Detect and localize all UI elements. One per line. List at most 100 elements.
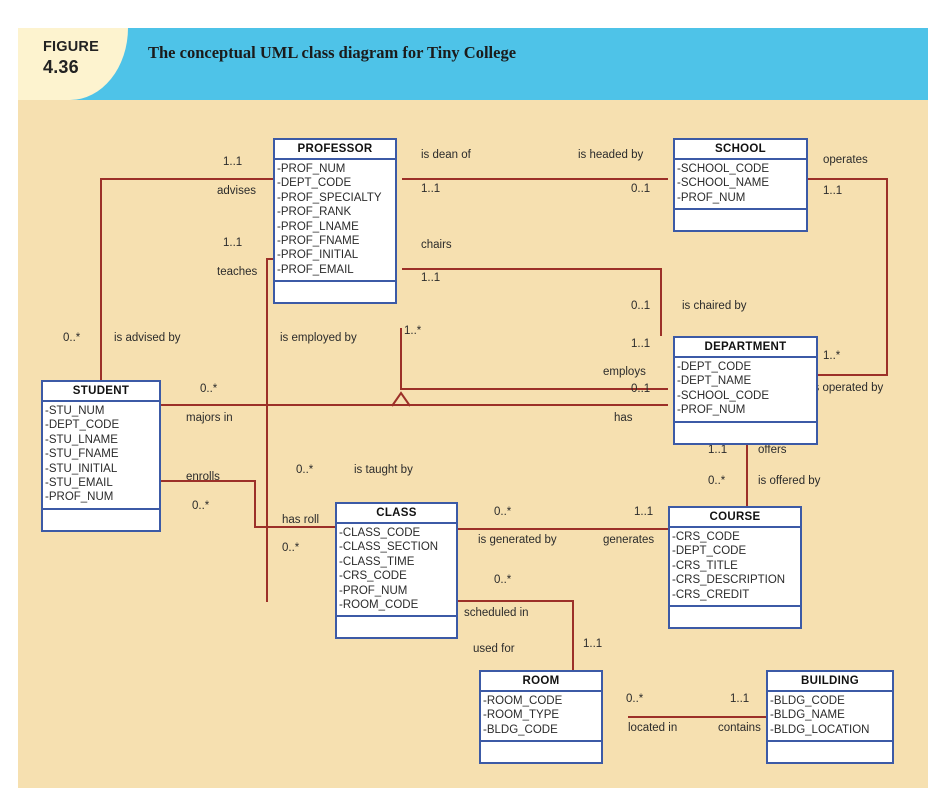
mult-advises-professor: 1..1 <box>223 156 243 168</box>
role-enrolls: enrolls <box>186 471 220 483</box>
mult-offers-department: 1..1 <box>708 444 728 456</box>
role-is-advised-by: is advised by <box>114 332 181 344</box>
attribute: SCHOOL_NAME <box>675 176 806 190</box>
mult-generates-course: 1..1 <box>634 506 654 518</box>
class-title-room: ROOM <box>481 672 601 692</box>
mult-dean-school: 0..1 <box>631 183 651 195</box>
class-box-school[interactable]: SCHOOL SCHOOL_CODE SCHOOL_NAME PROF_NUM <box>673 138 808 233</box>
class-attributes-student: STU_NUM DEPT_CODE STU_LNAME STU_FNAME ST… <box>43 402 159 510</box>
attribute: PROF_NUM <box>43 490 159 504</box>
figure-header-band <box>18 28 928 100</box>
attribute: SCHOOL_CODE <box>675 389 816 403</box>
attribute: PROF_NUM <box>675 191 806 205</box>
class-operations-building <box>768 742 892 762</box>
mult-generated-class: 0..* <box>494 506 512 518</box>
class-title-class: CLASS <box>337 504 456 524</box>
mult-scheduled-class: 0..* <box>494 574 512 586</box>
role-used-for: used for <box>473 643 515 655</box>
line-offers-v <box>746 440 748 508</box>
class-attributes-class: CLASS_CODE CLASS_SECTION CLASS_TIME CRS_… <box>337 524 456 618</box>
majors-in-arrowhead <box>391 391 411 407</box>
attribute: PROF_LNAME <box>275 220 395 234</box>
attribute: CRS_CODE <box>337 569 456 583</box>
role-teaches: teaches <box>217 266 258 278</box>
attribute: DEPT_CODE <box>670 544 800 558</box>
class-operations-room <box>481 742 601 762</box>
class-box-student[interactable]: STUDENT STU_NUM DEPT_CODE STU_LNAME STU_… <box>41 380 161 532</box>
attribute: CRS_CODE <box>670 530 800 544</box>
mult-teaches-professor: 1..1 <box>223 237 243 249</box>
attribute: DEPT_CODE <box>43 418 159 432</box>
role-located-in: located in <box>628 722 678 734</box>
figure-header: FIGURE 4.36 The conceptual UML class dia… <box>18 28 928 100</box>
class-operations-student <box>43 510 159 530</box>
mult-majors-student: 0..* <box>200 383 218 395</box>
role-is-taught-by: is taught by <box>354 464 413 476</box>
line-scheduled-h <box>458 600 574 602</box>
attribute: DEPT_NAME <box>675 374 816 388</box>
role-is-employed-by: is employed by <box>280 332 357 344</box>
mult-teaches-class: 0..* <box>296 464 314 476</box>
attribute: CLASS_SECTION <box>337 540 456 554</box>
class-box-building[interactable]: BUILDING BLDG_CODE BLDG_NAME BLDG_LOCATI… <box>766 670 894 765</box>
class-operations-school <box>675 210 806 230</box>
line-employed-v1 <box>400 328 402 390</box>
diagram-canvas: PROFESSOR PROF_NUM DEPT_CODE PROF_SPECIA… <box>18 100 928 788</box>
attribute: PROF_FNAME <box>275 234 395 248</box>
figure-title: The conceptual UML class diagram for Tin… <box>148 43 517 62</box>
attribute: PROF_SPECIALTY <box>275 191 395 205</box>
class-box-class[interactable]: CLASS CLASS_CODE CLASS_SECTION CLASS_TIM… <box>335 502 458 640</box>
class-box-room[interactable]: ROOM ROOM_CODE ROOM_TYPE BLDG_CODE <box>479 670 603 765</box>
mult-hasroll-class: 0..* <box>282 542 300 554</box>
role-operates: operates <box>823 154 868 166</box>
figure-number: 4.36 <box>43 57 79 77</box>
mult-enrolls-student: 0..* <box>192 500 210 512</box>
mult-operated-department: 1..* <box>823 350 841 362</box>
attribute: STU_INITIAL <box>43 462 159 476</box>
class-title-course: COURSE <box>670 508 800 528</box>
mult-operates-school: 1..1 <box>823 185 843 197</box>
attribute: PROF_INITIAL <box>275 248 395 262</box>
class-operations-professor <box>275 282 395 302</box>
mult-advises-student: 0..* <box>63 332 81 344</box>
line-enrolls-v <box>254 480 256 528</box>
attribute: ROOM_CODE <box>337 598 456 612</box>
line-chairs-v <box>660 268 662 336</box>
attribute: STU_LNAME <box>43 433 159 447</box>
mult-has-department: 0..1 <box>631 383 651 395</box>
line-employed-h <box>400 388 668 390</box>
role-is-operated-by: is operated by <box>811 382 884 394</box>
mult-located-room: 0..* <box>626 693 644 705</box>
class-box-professor[interactable]: PROFESSOR PROF_NUM DEPT_CODE PROF_SPECIA… <box>273 138 397 305</box>
attribute: BLDG_CODE <box>768 694 892 708</box>
mult-offered-course: 0..* <box>708 475 726 487</box>
class-box-course[interactable]: COURSE CRS_CODE DEPT_CODE CRS_TITLE CRS_… <box>668 506 802 630</box>
attribute: CLASS_CODE <box>337 526 456 540</box>
attribute: STU_NUM <box>43 404 159 418</box>
attribute: PROF_NUM <box>337 584 456 598</box>
role-generates: generates <box>603 534 655 546</box>
role-advises: advises <box>217 185 256 197</box>
mult-contains-building: 1..1 <box>730 693 750 705</box>
role-has: has <box>614 412 633 424</box>
attribute: CRS_DESCRIPTION <box>670 573 800 587</box>
attribute: STU_EMAIL <box>43 476 159 490</box>
attribute: PROF_NUM <box>675 403 816 417</box>
attribute: CLASS_TIME <box>337 555 456 569</box>
role-is-dean-of: is dean of <box>421 149 471 161</box>
role-chairs: chairs <box>421 239 452 251</box>
class-title-professor: PROFESSOR <box>275 140 395 160</box>
line-enrolls-h2 <box>254 526 340 528</box>
role-scheduled-in: scheduled in <box>464 607 529 619</box>
line-operates-top <box>808 178 888 180</box>
class-attributes-school: SCHOOL_CODE SCHOOL_NAME PROF_NUM <box>675 160 806 211</box>
mult-chairs-professor: 1..1 <box>421 272 441 284</box>
attribute: CRS_CREDIT <box>670 588 800 602</box>
line-advises-v <box>100 178 102 382</box>
class-attributes-room: ROOM_CODE ROOM_TYPE BLDG_CODE <box>481 692 601 743</box>
attribute: PROF_NUM <box>275 162 395 176</box>
mult-employed-professor: 1..* <box>404 325 422 337</box>
class-operations-course <box>670 607 800 627</box>
class-box-department[interactable]: DEPARTMENT DEPT_CODE DEPT_NAME SCHOOL_CO… <box>673 336 818 445</box>
attribute: SCHOOL_CODE <box>675 162 806 176</box>
